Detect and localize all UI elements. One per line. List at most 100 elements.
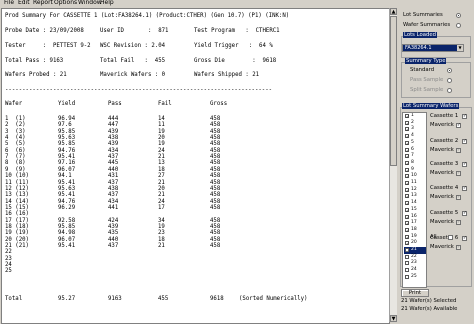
wafer-checkbox[interactable] bbox=[405, 268, 409, 273]
wafer-list-item[interactable]: ✓ 6 bbox=[404, 147, 426, 154]
wafer-list-item[interactable]: ✓ 18 bbox=[404, 227, 426, 234]
wafer-list-item[interactable]: 24 bbox=[404, 267, 426, 274]
wafer-list-item[interactable]: 23 bbox=[404, 260, 426, 267]
wafer-number: 21 bbox=[411, 247, 417, 252]
wafer-checkbox[interactable]: ✓ bbox=[405, 174, 409, 179]
wafer-summaries-label: Wafer Summaries bbox=[403, 22, 451, 28]
report-area[interactable]: Prod Summary For CASSETTE 1 (Lot:FA38264… bbox=[1, 8, 390, 324]
report-scrollbar[interactable]: ▲ ▼ bbox=[389, 8, 397, 322]
wafer-checkbox[interactable] bbox=[405, 261, 409, 266]
report-total-cell: 95.27 bbox=[58, 296, 76, 302]
wafer-checkbox[interactable]: ✓ bbox=[405, 147, 409, 152]
wafer-checkbox[interactable]: ✓ bbox=[405, 221, 409, 226]
all-checkbox[interactable] bbox=[448, 235, 453, 240]
wafer-list-item[interactable]: ✓ 20 bbox=[404, 240, 426, 247]
report-column-header: Gross bbox=[210, 101, 228, 107]
wafer-list[interactable]: ✓ 1 ✓ 2 ✓ 3 ✓ 4 ✓ 5 ✓ 6 ✓ 7 ✓ 8 ✓ 9 ✓ 10 ✓ 11 ✓ 12 ✓ 13 ✓ 14 ✓ 15 ✓ 16 ✓… bbox=[402, 112, 427, 288]
wafer-list-item[interactable]: ✓ 5 bbox=[404, 140, 426, 147]
wafer-checkbox[interactable]: ✓ bbox=[405, 214, 409, 219]
print-button[interactable]: Print bbox=[401, 289, 429, 297]
report-header-cell: Probe Date : 23/09/2008 bbox=[5, 28, 84, 34]
cassette-label: Cassette 1 bbox=[430, 113, 459, 119]
report-total-cell: (Sorted Numerically) bbox=[239, 296, 308, 302]
report-column-header: Fail bbox=[158, 101, 172, 107]
wafer-number: 7 bbox=[411, 153, 414, 159]
wafer-list-item[interactable]: ✓ 13 bbox=[404, 193, 426, 200]
wafer-checkbox[interactable]: ✓ bbox=[405, 207, 409, 212]
summary-type-pass-radio[interactable] bbox=[447, 78, 452, 83]
wafer-checkbox[interactable] bbox=[405, 274, 409, 279]
maverick-checkbox[interactable]: ✓ bbox=[456, 195, 461, 200]
wafer-number: 4 bbox=[411, 133, 414, 139]
maverick-checkbox[interactable]: ✓ bbox=[456, 148, 461, 153]
report-row-cell: 17 bbox=[158, 204, 165, 211]
wafer-checkbox[interactable]: ✓ bbox=[405, 127, 409, 132]
cassette-checkbox[interactable]: ✓ bbox=[462, 186, 467, 191]
wafer-number: 25 bbox=[411, 273, 417, 279]
wafer-list-item[interactable]: ✓ 7 bbox=[404, 153, 426, 160]
wafer-list-item[interactable]: ✓ 3 bbox=[404, 126, 426, 133]
menu-item-4[interactable]: Window bbox=[78, 0, 102, 6]
maverick-label: Maverick bbox=[430, 194, 454, 200]
wafer-list-item[interactable]: ✓ 1 bbox=[404, 113, 426, 120]
wafer-list-item[interactable]: ✓ 17 bbox=[404, 220, 426, 227]
wafer-checkbox[interactable]: ✓ bbox=[405, 114, 409, 119]
lot-select[interactable]: FA38264.1 ▼ bbox=[402, 44, 464, 52]
maverick-checkbox[interactable]: ✓ bbox=[456, 245, 461, 250]
cassette-checkbox[interactable]: ✓ bbox=[462, 211, 467, 216]
wafer-list-item[interactable]: ✓ 14 bbox=[404, 200, 426, 207]
maverick-checkbox[interactable]: ✓ bbox=[456, 171, 461, 176]
wafer-checkbox[interactable]: ✓ bbox=[405, 167, 409, 172]
scroll-thumb[interactable] bbox=[390, 16, 397, 166]
wafer-checkbox[interactable]: ✓ bbox=[405, 194, 409, 199]
summary-type-split-radio[interactable] bbox=[447, 88, 452, 93]
wafer-list-item[interactable]: ✓ 21 bbox=[404, 247, 426, 254]
cassette-checkbox[interactable]: ✓ bbox=[462, 139, 467, 144]
wafer-list-item[interactable]: ✓ 4 bbox=[404, 133, 426, 140]
report-header-cell: Test Program : CTHERC1 bbox=[194, 28, 280, 34]
wafer-checkbox[interactable]: ✓ bbox=[405, 120, 409, 125]
wafer-number: 17 bbox=[411, 220, 417, 226]
scroll-up-icon[interactable]: ▲ bbox=[390, 8, 397, 15]
wafer-list-item[interactable]: 25 bbox=[404, 274, 426, 281]
maverick-checkbox[interactable]: ✓ bbox=[456, 123, 461, 128]
wafer-checkbox[interactable]: ✓ bbox=[405, 187, 409, 192]
cassette-checkbox[interactable]: ✓ bbox=[462, 236, 467, 241]
wafer-number: 13 bbox=[411, 193, 417, 199]
wafer-list-item[interactable]: ✓ 2 bbox=[404, 120, 426, 127]
wafer-summaries-radio[interactable] bbox=[456, 23, 461, 28]
cassette-checkbox[interactable]: ✓ bbox=[462, 114, 467, 119]
report-column-header: Wafer bbox=[5, 101, 23, 107]
menu-bar: File Edit Report Options Window Help bbox=[0, 0, 474, 8]
maverick-checkbox[interactable]: ✓ bbox=[456, 220, 461, 225]
report-header-cell: Wafers Probed : 21 bbox=[5, 72, 67, 78]
wafer-list-item[interactable]: ✓ 8 bbox=[404, 160, 426, 167]
summary-type-split-label: Split Sample bbox=[410, 87, 444, 93]
wafer-list-item[interactable]: ✓ 10 bbox=[404, 173, 426, 180]
wafer-checkbox[interactable]: ✓ bbox=[405, 181, 409, 186]
wafer-list-item[interactable]: ✓ 15 bbox=[404, 207, 426, 214]
wafer-checkbox[interactable]: ✓ bbox=[405, 134, 409, 139]
lot-summaries-radio[interactable] bbox=[456, 13, 461, 18]
wafer-checkbox[interactable]: ✓ bbox=[405, 154, 409, 159]
summary-type-standard-radio[interactable] bbox=[447, 68, 452, 73]
wafer-checkbox[interactable]: ✓ bbox=[405, 160, 409, 165]
wafers-available-status: 21 Wafer(s) Available bbox=[401, 306, 458, 312]
wafer-list-item[interactable]: ✓ 11 bbox=[404, 180, 426, 187]
wafer-number: 1 bbox=[411, 113, 414, 118]
menu-item-1[interactable]: Edit bbox=[18, 0, 30, 6]
wafer-checkbox[interactable]: ✓ bbox=[405, 140, 409, 145]
menu-item-3[interactable]: Options bbox=[54, 0, 77, 6]
wafer-checkbox[interactable]: ✓ bbox=[405, 227, 409, 232]
menu-item-2[interactable]: Report bbox=[33, 0, 53, 6]
scroll-down-icon[interactable]: ▼ bbox=[390, 315, 397, 322]
wafer-checkbox[interactable]: ✓ bbox=[405, 241, 409, 246]
wafer-checkbox[interactable]: ✓ bbox=[405, 248, 409, 253]
chevron-down-icon[interactable]: ▼ bbox=[457, 45, 463, 51]
cassette-checkbox[interactable]: ✓ bbox=[462, 162, 467, 167]
wafer-checkbox[interactable]: ✓ bbox=[405, 234, 409, 239]
menu-item-0[interactable]: File bbox=[4, 0, 14, 6]
menu-item-5[interactable]: Help bbox=[100, 0, 114, 6]
wafer-checkbox[interactable]: ✓ bbox=[405, 201, 409, 206]
wafer-checkbox[interactable] bbox=[405, 254, 409, 259]
